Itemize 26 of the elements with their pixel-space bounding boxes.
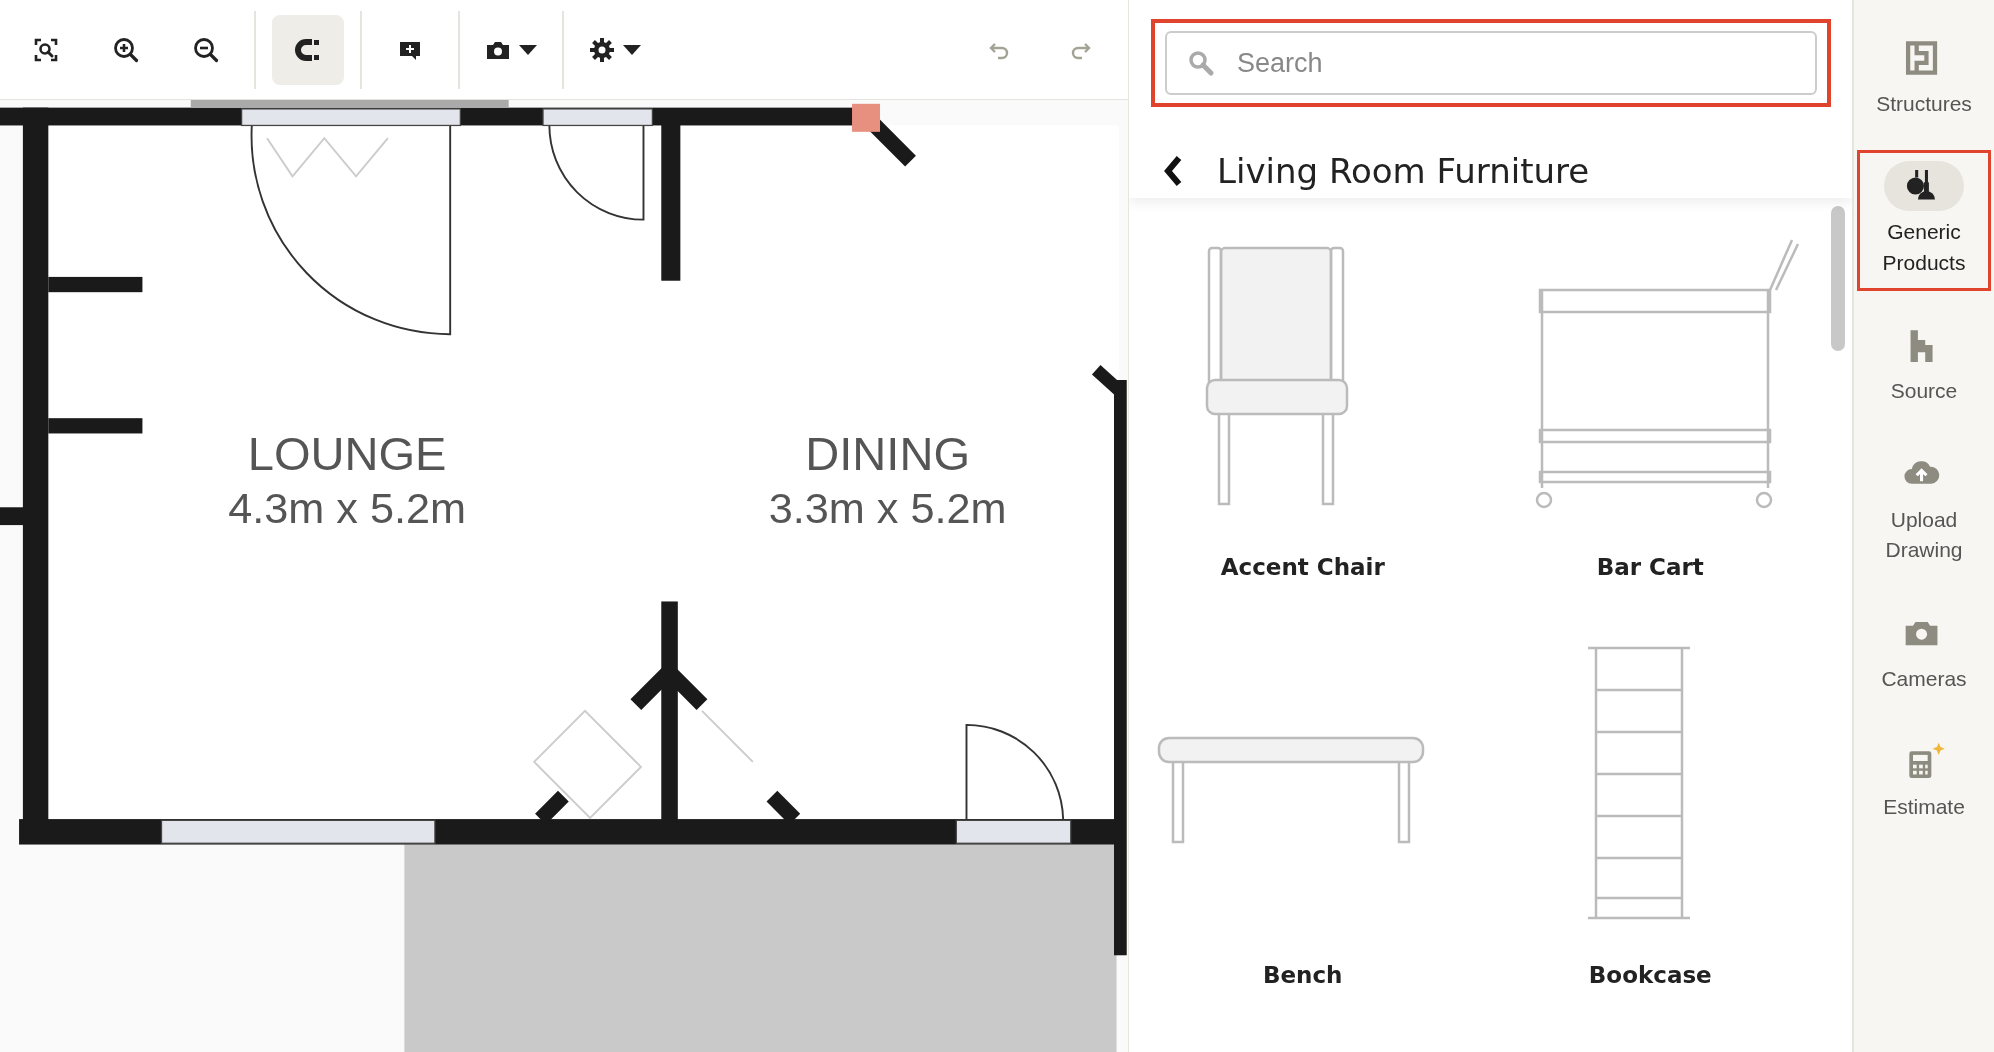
panel-title: Living Room Furniture [1217,151,1590,191]
sidebar-item[interactable]: Generic Products [1857,150,1991,292]
gear-icon [588,35,616,64]
search-field[interactable]: Search [1165,31,1817,95]
product-name[interactable]: Bench [1263,962,1343,988]
caret-icon [622,43,642,56]
sidebar-item[interactable]: Upload Drawing [1857,437,1991,579]
sidebar-item[interactable]: Source [1857,309,1991,420]
magnet-button[interactable] [272,14,344,85]
sidebar-item[interactable]: Estimate [1857,725,1991,836]
product-name[interactable]: Bar Cart [1596,554,1704,580]
room-size: 3.3m x 5.2m [768,483,1007,532]
sidebar-item[interactable]: Cameras [1857,596,1991,708]
sidebar-item[interactable]: Structures [1857,22,1991,133]
room-size: 4.3m x 5.2m [228,483,467,532]
chevron-left-icon [1163,155,1183,187]
back-button[interactable] [1163,155,1183,187]
product-name[interactable]: Accent Chair [1220,554,1385,580]
room-name: LOUNGE [247,427,447,481]
caret-icon [518,43,538,56]
search-icon [1187,49,1215,77]
scrollbar-thumb[interactable] [1831,206,1845,351]
product-name[interactable]: Bookcase [1588,962,1712,988]
zoom-out-icon [192,35,220,64]
zoom-in-icon [112,35,140,64]
room-name: DINING [805,427,970,481]
